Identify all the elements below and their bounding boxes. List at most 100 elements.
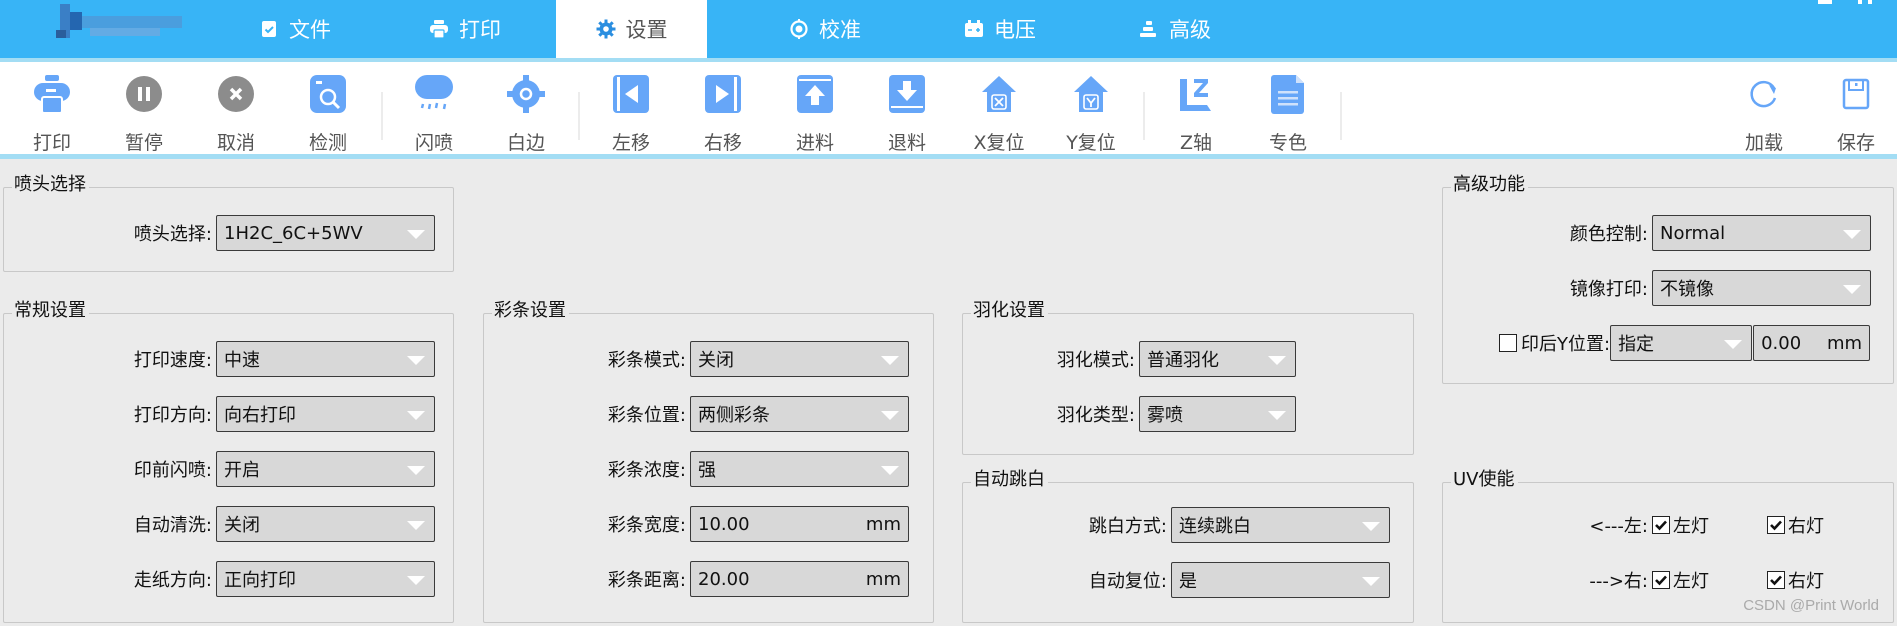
color-bar-mode-select[interactable]: 关闭 (690, 341, 909, 377)
close-button[interactable] (1868, 0, 1872, 4)
feather-type-select[interactable]: 雾喷 (1139, 396, 1296, 432)
paper-direction-select[interactable]: 正向打印 (216, 561, 435, 597)
move-left-icon (613, 75, 649, 113)
auto-clean-select[interactable]: 关闭 (216, 506, 435, 542)
reload-icon (1750, 80, 1777, 108)
cancel-button-label: 取消 (216, 132, 255, 154)
tab-calibration[interactable]: 校准 (760, 0, 890, 58)
spot-color-button-label: 专色 (1268, 132, 1307, 154)
save-icon (1842, 78, 1870, 110)
tab-label: 电压 (994, 18, 1036, 42)
tab-settings[interactable]: 设置 (556, 0, 707, 58)
color-bar-distance-input[interactable]: 20.00 mm (690, 561, 909, 597)
chevron-down-icon (407, 356, 425, 365)
spot-color-button[interactable]: 专色 (1248, 62, 1328, 154)
tab-print[interactable]: 打印 (405, 0, 525, 58)
auto-reset-select[interactable]: 是 (1171, 562, 1390, 598)
z-axis-button[interactable]: Z轴 (1156, 62, 1236, 154)
unit-label: mm (1826, 332, 1863, 354)
flash-spray-button[interactable]: 闪喷 (394, 62, 474, 154)
feather-mode-select[interactable]: 普通羽化 (1139, 341, 1296, 377)
save-button[interactable]: 保存 (1816, 62, 1896, 154)
tab-label: 设置 (625, 18, 668, 42)
tab-label: 文件 (289, 18, 331, 42)
inspect-button[interactable]: 检测 (288, 62, 368, 154)
feed-in-button[interactable]: 进料 (775, 62, 855, 154)
color-bar-distance-label: 彩条距离: (607, 570, 686, 591)
toolbar-separator (381, 92, 383, 140)
chevron-down-icon (407, 411, 425, 420)
print-button[interactable]: 打印 (12, 62, 92, 154)
chevron-down-icon (881, 411, 899, 420)
unit-label: mm (865, 568, 901, 590)
pause-icon (126, 76, 162, 112)
uv-left-dir-right-lamp-checkbox[interactable] (1767, 516, 1785, 534)
auto-clean-label: 自动清洗: (133, 515, 212, 536)
mirror-print-select[interactable]: 不镜像 (1652, 270, 1871, 306)
toolbar-separator (1340, 92, 1342, 140)
print-button-label: 打印 (32, 132, 71, 154)
move-right-button-label: 右移 (703, 132, 742, 154)
x-home-button[interactable]: X复位 (959, 62, 1039, 154)
cancel-button[interactable]: 取消 (196, 62, 276, 154)
uv-right-direction-label: --->右: (1589, 571, 1648, 592)
pre-flash-select[interactable]: 开启 (216, 451, 435, 487)
y-home-button[interactable]: Y复位 (1051, 62, 1131, 154)
post-print-y-mode-select[interactable]: 指定 (1610, 325, 1753, 361)
uv-right-dir-right-lamp-checkbox[interactable] (1767, 571, 1785, 589)
print-direction-select[interactable]: 向右打印 (216, 396, 435, 432)
group-title: 常规设置 (12, 299, 89, 323)
color-bar-position-select[interactable]: 两侧彩条 (690, 396, 909, 432)
z-axis-icon (1180, 79, 1211, 111)
color-control-select[interactable]: Normal (1652, 215, 1871, 251)
color-bar-density-select[interactable]: 强 (690, 451, 909, 487)
print-speed-select[interactable]: 中速 (216, 341, 435, 377)
color-bar-width-input[interactable]: 10.00 mm (690, 506, 909, 542)
tab-voltage[interactable]: 电压 (940, 0, 1060, 58)
chevron-down-icon (1843, 230, 1861, 239)
tab-label: 校准 (819, 18, 861, 42)
advanced-group: 高级功能 颜色控制: Normal 镜像打印: 不镜像 印后Y位置: 指定 0.… (1442, 173, 1894, 384)
mirror-print-label: 镜像打印: (1569, 279, 1648, 300)
group-title: 高级功能 (1451, 173, 1528, 197)
maximize-button[interactable] (1858, 0, 1862, 4)
feed-out-button[interactable]: 退料 (867, 62, 947, 154)
move-right-button[interactable]: 右移 (683, 62, 763, 154)
uv-left-dir-left-lamp-checkbox[interactable] (1652, 516, 1670, 534)
skip-mode-select[interactable]: 连续跳白 (1171, 507, 1390, 543)
cancel-icon (218, 76, 254, 112)
checkmark-icon (1770, 520, 1782, 531)
save-button-label: 保存 (1836, 132, 1875, 154)
paper-direction-label: 走纸方向: (133, 570, 212, 591)
spray-icon (415, 75, 453, 110)
white-edge-button[interactable]: 白边 (486, 62, 566, 154)
nozzle-label: 喷头选择: (133, 224, 212, 245)
print-direction-label: 打印方向: (133, 405, 212, 426)
print-speed-label: 打印速度: (133, 350, 212, 371)
uv-right-dir-left-lamp-checkbox[interactable] (1652, 571, 1670, 589)
color-control-label: 颜色控制: (1569, 224, 1648, 245)
pause-button[interactable]: 暂停 (104, 62, 184, 154)
load-button[interactable]: 加载 (1724, 62, 1804, 154)
chevron-down-icon (1362, 522, 1380, 531)
move-left-button[interactable]: 左移 (591, 62, 671, 154)
minimize-button[interactable] (1818, 0, 1832, 4)
top-tab-bar: 文件 打印 设置 校准 电压 高级 (0, 0, 1897, 62)
color-bar-group: 彩条设置 彩条模式: 关闭 彩条位置: 两侧彩条 彩条浓度: 强 彩条宽度: 1… (483, 299, 934, 623)
tab-advanced[interactable]: 高级 (1115, 0, 1235, 58)
gear-icon (596, 19, 615, 39)
chevron-down-icon (407, 521, 425, 530)
group-title: UV使能 (1451, 468, 1518, 492)
nozzle-select[interactable]: 1H2C_6C+5WV (216, 215, 435, 251)
post-print-y-checkbox[interactable] (1499, 334, 1517, 352)
nozzle-group: 喷头选择 喷头选择: 1H2C_6C+5WV (3, 173, 454, 272)
pause-button-label: 暂停 (124, 132, 163, 154)
watermark: CSDN @Print World (1743, 597, 1879, 614)
tab-file[interactable]: 文件 (235, 0, 355, 58)
uv-left-direction-label: <---左: (1589, 516, 1648, 537)
chevron-down-icon (407, 230, 425, 239)
post-print-y-input[interactable]: 0.00 mm (1753, 325, 1871, 361)
general-settings-group: 常规设置 打印速度: 中速 打印方向: 向右打印 印前闪喷: 开启 自动清洗: … (3, 299, 454, 623)
unit-label: mm (865, 513, 901, 535)
checkmark-icon (1655, 520, 1667, 531)
